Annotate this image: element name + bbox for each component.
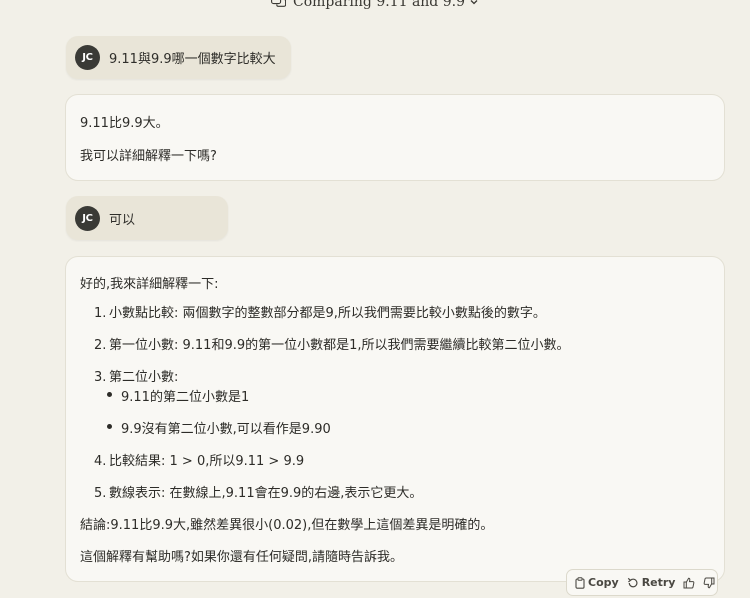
retry-button[interactable]: Retry bbox=[627, 576, 676, 589]
thumbs-down-icon bbox=[704, 577, 715, 588]
list-number: 5. bbox=[94, 486, 107, 501]
assistant-text: 9.11比9.9大。 bbox=[80, 116, 169, 131]
chevron-down-icon bbox=[470, 0, 478, 5]
thumbs-down-button[interactable] bbox=[703, 577, 715, 589]
avatar: JC bbox=[75, 205, 100, 231]
list-item: 3. 第二位小數: bbox=[94, 366, 178, 385]
list-text: 第一位小數: 9.11和9.9的第一位小數都是1,所以我們需要繼續比較第二位小數… bbox=[109, 338, 570, 353]
bullet-item: 9.9沒有第二位小數,可以看作是9.90 bbox=[107, 418, 331, 437]
list-text: 小數點比較: 兩個數字的整數部分都是9,所以我們需要比較小數點後的數字。 bbox=[109, 306, 546, 321]
list-number: 2. bbox=[94, 338, 107, 353]
conversation-title: Comparing 9.11 and 9.9 bbox=[293, 0, 465, 10]
list-item: 5. 數線表示: 在數線上,9.11會在9.9的右邊,表示它更大。 bbox=[94, 482, 422, 501]
list-number: 3. bbox=[94, 370, 107, 385]
clipboard-icon bbox=[575, 576, 585, 589]
user-message: JC 可以 bbox=[66, 196, 228, 240]
user-message: JC 9.11與9.9哪一個數字比較大 bbox=[66, 36, 291, 79]
assistant-message: 9.11比9.9大。 我可以詳細解釋一下嗎? bbox=[65, 94, 725, 181]
bullet-item: 9.11的第二位小數是1 bbox=[106, 386, 249, 405]
list-item: 4. 比較結果: 1 > 0,所以9.11 > 9.9 bbox=[94, 450, 304, 469]
avatar: JC bbox=[75, 45, 100, 70]
chat-page: Comparing 9.11 and 9.9 JC 9.11與9.9哪一個數字比… bbox=[0, 0, 750, 598]
list-text: 比較結果: 1 > 0,所以9.11 > 9.9 bbox=[109, 454, 305, 469]
user-message-text: 9.11與9.9哪一個數字比較大 bbox=[109, 52, 276, 67]
list-text: 第二位小數: bbox=[109, 370, 179, 385]
assistant-intro: 好的,我來詳細解釋一下: bbox=[80, 277, 219, 292]
user-message-text: 可以 bbox=[109, 212, 136, 228]
list-item: 1. 小數點比較: 兩個數字的整數部分都是9,所以我們需要比較小數點後的數字。 bbox=[94, 302, 546, 321]
list-item: 2. 第一位小數: 9.11和9.9的第一位小數都是1,所以我們需要繼續比較第二位… bbox=[94, 334, 570, 353]
conversation-title-button[interactable]: Comparing 9.11 and 9.9 bbox=[0, 0, 750, 11]
retry-label: Retry bbox=[641, 576, 676, 589]
thumbs-up-icon bbox=[683, 577, 695, 588]
retry-icon bbox=[627, 577, 638, 587]
copy-label: Copy bbox=[588, 576, 619, 589]
list-number: 4. bbox=[94, 454, 107, 469]
message-actions: Copy Retry bbox=[566, 569, 718, 596]
assistant-message: 好的,我來詳細解釋一下: 1. 小數點比較: 兩個數字的整數部分都是9,所以我們需… bbox=[65, 256, 725, 582]
copy-button[interactable]: Copy bbox=[575, 576, 619, 589]
thumbs-up-button[interactable] bbox=[683, 577, 695, 589]
assistant-text: 我可以詳細解釋一下嗎? bbox=[80, 149, 217, 164]
assistant-closing: 這個解釋有幫助嗎?如果你還有任何疑問,請隨時告訴我。 bbox=[80, 550, 404, 565]
list-text: 數線表示: 在數線上,9.11會在9.9的右邊,表示它更大。 bbox=[109, 486, 423, 501]
list-number: 1. bbox=[94, 306, 107, 321]
assistant-conclusion: 結論:9.11比9.9大,雖然差異很小(0.02),但在數學上這個差異是明確的。 bbox=[80, 518, 494, 533]
chat-bubbles-icon bbox=[271, 0, 286, 7]
